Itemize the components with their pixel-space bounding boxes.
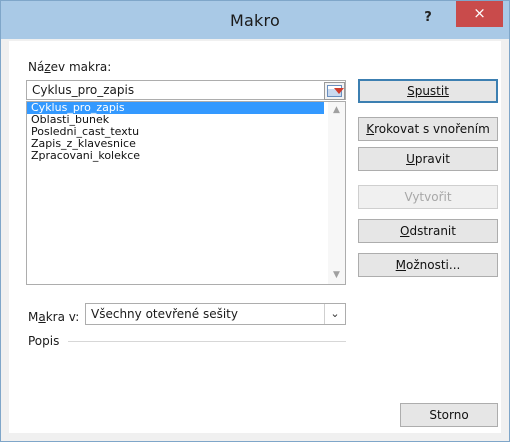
- scroll-down-icon[interactable]: ▼: [328, 267, 345, 284]
- help-button[interactable]: ?: [415, 6, 441, 30]
- scroll-up-icon[interactable]: ▲: [328, 102, 345, 119]
- cancel-button[interactable]: Storno: [400, 403, 498, 427]
- macro-name-label: Název makra:: [28, 60, 112, 74]
- list-item[interactable]: Zpracovani_kolekce: [27, 150, 345, 162]
- dialog-title: Makro: [230, 10, 280, 30]
- macro-name-input[interactable]: Cyklus_pro_zapis: [26, 80, 346, 100]
- step-into-button[interactable]: Krokovat s vnořením: [358, 117, 498, 141]
- macros-in-select[interactable]: Všechny otevřené sešity ⌄: [85, 303, 346, 325]
- options-button[interactable]: Možnosti...: [358, 253, 498, 277]
- macros-in-value: Všechny otevřené sešity: [91, 307, 238, 321]
- create-button[interactable]: Vytvořit: [358, 185, 498, 209]
- macro-list[interactable]: Cyklus_pro_zapis Oblasti_bunek Posledni_…: [26, 101, 346, 285]
- red-arrow-icon: [334, 88, 344, 94]
- collapse-dialog-icon[interactable]: [324, 82, 345, 100]
- vertical-scrollbar[interactable]: ▲ ▼: [328, 102, 345, 284]
- description-divider: [68, 341, 346, 342]
- macros-in-label: Makra v:: [28, 310, 80, 324]
- edit-button[interactable]: Upravit: [358, 147, 498, 171]
- delete-button[interactable]: Odstranit: [358, 219, 498, 243]
- close-button[interactable]: ×: [456, 1, 503, 27]
- title-bar: Makro ? ×: [1, 1, 509, 39]
- run-button[interactable]: Spustit: [358, 79, 498, 103]
- description-label: Popis: [28, 334, 60, 348]
- chevron-down-icon[interactable]: ⌄: [324, 304, 345, 324]
